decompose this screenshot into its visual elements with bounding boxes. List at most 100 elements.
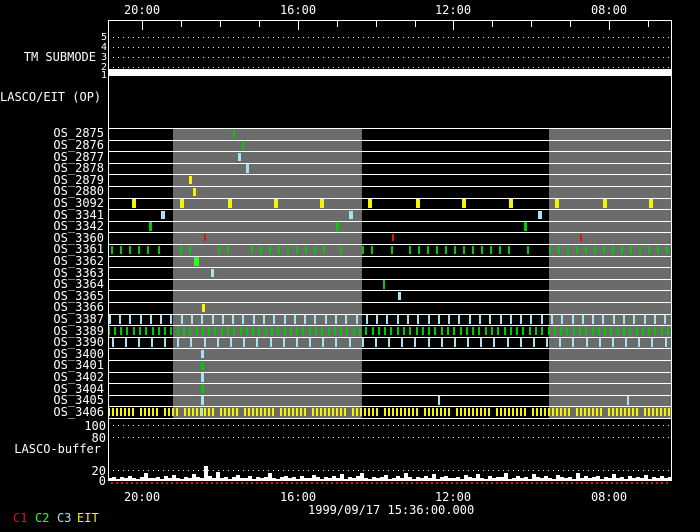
top-axis-major-tick <box>609 21 610 30</box>
event-tick-g <box>138 245 140 255</box>
event-tick-y <box>596 407 598 417</box>
event-tick-c <box>263 315 265 324</box>
event-tick-y <box>296 407 298 417</box>
event-tick-c <box>190 338 192 347</box>
event-tick-y <box>192 407 194 417</box>
event-tick-y <box>448 407 450 417</box>
event-tick-g <box>233 129 235 139</box>
event-tick-g <box>218 245 220 255</box>
event-tick-g <box>648 326 650 336</box>
event-tick-c <box>530 315 532 324</box>
top-axis-minor-tick <box>570 21 571 27</box>
event-tick-y <box>189 175 192 185</box>
event-tick-g <box>309 326 311 336</box>
event-tick-g <box>566 326 568 336</box>
event-tick-g <box>592 326 594 336</box>
event-tick-c <box>469 315 471 324</box>
event-tick-c <box>112 338 114 347</box>
event-tick-y <box>274 199 278 208</box>
event-tick-c <box>651 338 653 347</box>
event-tick-g <box>567 245 569 255</box>
event-tick-c <box>551 315 553 324</box>
event-tick-g <box>661 326 663 336</box>
event-tick-y <box>600 407 602 417</box>
event-tick-g <box>535 326 537 336</box>
event-tick-g <box>667 326 669 336</box>
event-tick-y <box>368 407 370 417</box>
soho-telemetry-timeline-screen: TM SUBMODE LASCO/EIT (OP) LASCO-buffer 2… <box>0 0 700 532</box>
event-tick-g <box>240 326 242 336</box>
event-tick-y <box>364 407 366 417</box>
event-tick-y <box>128 407 130 417</box>
event-tick-y <box>508 407 510 417</box>
event-tick-g <box>208 326 210 336</box>
event-tick-g <box>340 326 342 336</box>
event-tick-g <box>466 326 468 336</box>
event-tick-y <box>188 407 190 417</box>
event-tick-c <box>559 338 561 347</box>
event-tick-y <box>556 407 558 417</box>
event-tick-y <box>540 407 542 417</box>
event-tick-g <box>362 245 364 255</box>
event-tick-c <box>177 338 179 347</box>
top-axis-minor-tick <box>531 21 532 27</box>
event-tick-c <box>238 152 241 162</box>
event-tick-y <box>464 407 466 417</box>
event-tick-g <box>490 245 492 255</box>
event-tick-y <box>652 407 654 417</box>
event-tick-y <box>608 407 610 417</box>
top-axis-minor-tick <box>181 21 182 27</box>
event-tick-y <box>228 407 230 417</box>
legend-item-c2: C2 <box>35 511 50 525</box>
event-tick-c <box>283 338 285 347</box>
event-tick-g <box>516 326 518 336</box>
event-tick-y <box>472 407 474 417</box>
event-tick-c <box>407 315 409 324</box>
event-tick-c <box>109 315 111 324</box>
event-tick-g <box>384 326 386 336</box>
event-tick-g <box>180 245 182 255</box>
event-tick-y <box>484 407 486 417</box>
event-tick-c <box>362 338 364 347</box>
event-tick-y <box>584 407 586 417</box>
event-tick-g <box>558 245 560 255</box>
event-tick-y <box>436 407 438 417</box>
event-tick-c <box>438 396 440 405</box>
top-axis-minor-tick <box>415 21 416 27</box>
event-tick-y <box>404 407 406 417</box>
event-tick-g <box>334 326 336 336</box>
event-tick-g <box>111 245 113 255</box>
row-border-line <box>108 255 671 257</box>
event-tick-y <box>372 407 374 417</box>
event-tick-g <box>287 245 289 255</box>
event-tick-y <box>272 407 274 417</box>
event-tick-c <box>322 338 324 347</box>
event-tick-g <box>277 326 279 336</box>
event-tick-c <box>181 315 183 324</box>
event-tick-g <box>522 326 524 336</box>
event-tick-g <box>164 326 166 336</box>
event-tick-g <box>441 326 443 336</box>
event-tick-y <box>476 407 478 417</box>
event-tick-g <box>371 245 373 255</box>
event-tick-y <box>356 407 358 417</box>
event-tick-g <box>573 326 575 336</box>
event-tick-y <box>168 407 170 417</box>
row-border-line <box>108 278 671 280</box>
event-tick-g <box>657 245 659 255</box>
event-tick-g <box>365 326 367 336</box>
event-tick-y <box>384 407 386 417</box>
event-tick-y <box>193 187 196 197</box>
event-tick-g <box>434 326 436 336</box>
event-tick-g <box>623 326 625 336</box>
event-tick-c <box>294 315 296 324</box>
event-tick-y <box>552 407 554 417</box>
buffer-ytick-label: 0 <box>98 474 106 488</box>
event-tick-y <box>280 407 282 417</box>
buffer-grid-dotted-line <box>108 425 671 426</box>
event-tick-y <box>416 407 418 417</box>
event-tick-g <box>648 245 650 255</box>
event-tick-y <box>504 407 506 417</box>
event-tick-y <box>336 407 338 417</box>
event-tick-g <box>499 245 501 255</box>
